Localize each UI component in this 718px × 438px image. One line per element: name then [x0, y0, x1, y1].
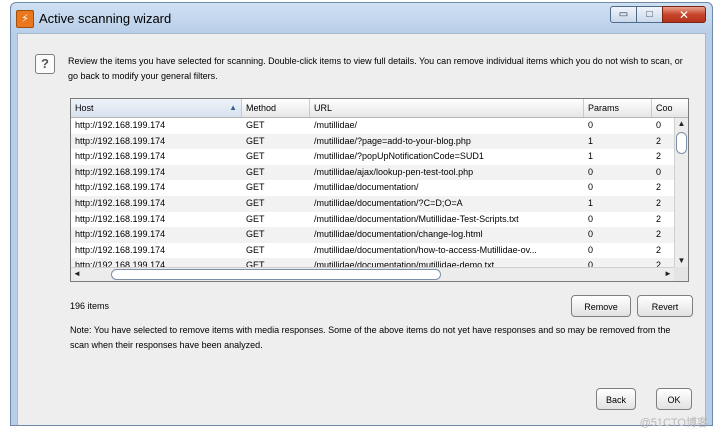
- scroll-down-arrow-icon[interactable]: ▼: [675, 255, 688, 267]
- wizard-window: ⚡ Active scanning wizard ▭ □ ✕ ? Review …: [10, 2, 713, 426]
- cell-method: GET: [246, 135, 265, 146]
- table-row[interactable]: http://192.168.199.174 GET/mutillidae/doc…: [71, 258, 674, 267]
- cell-cookies: 2: [656, 229, 662, 240]
- scroll-right-arrow-icon[interactable]: ►: [662, 268, 674, 280]
- cell-url: /mutillidae/documentation/?C=D;O=A: [314, 197, 463, 208]
- remove-button[interactable]: Remove: [571, 295, 631, 317]
- scroll-up-arrow-icon[interactable]: ▲: [675, 118, 688, 130]
- window-title: Active scanning wizard: [39, 11, 172, 26]
- table-row[interactable]: http://192.168.199.174 GET/mutillidae/doc…: [71, 180, 674, 196]
- watermark: @51CTO博客: [639, 417, 708, 429]
- cell-host: http://192.168.199.174: [75, 182, 166, 193]
- column-header-label: Host: [75, 103, 94, 113]
- cell-params: 0: [588, 260, 594, 267]
- cell-params: 0: [588, 229, 594, 240]
- column-header-url[interactable]: URL: [310, 99, 584, 117]
- cell-host: http://192.168.199.174: [75, 151, 166, 162]
- cell-method: GET: [246, 244, 265, 255]
- cell-host: http://192.168.199.174: [75, 260, 166, 267]
- table-row[interactable]: http://192.168.199.174 GET/mutillidae/0 0: [71, 118, 674, 134]
- revert-button[interactable]: Revert: [637, 295, 693, 317]
- cell-params: 1: [588, 135, 594, 146]
- cell-url: /mutillidae/: [314, 120, 358, 130]
- cell-url: /mutillidae/ajax/lookup-pen-test-tool.ph…: [314, 166, 474, 177]
- cell-params: 0: [588, 244, 594, 255]
- title-bar[interactable]: ⚡ Active scanning wizard ▭ □ ✕: [11, 3, 712, 33]
- cell-method: GET: [246, 197, 265, 208]
- cell-method: GET: [246, 182, 265, 193]
- cell-cookies: 2: [656, 260, 662, 267]
- cell-method: GET: [246, 229, 265, 240]
- column-header-cookies[interactable]: Coo: [652, 99, 688, 117]
- cell-cookies: 0: [656, 166, 662, 177]
- maximize-button[interactable]: □: [636, 6, 663, 23]
- cell-cookies: 2: [656, 135, 662, 146]
- scrollbar-corner: [674, 267, 688, 281]
- cell-host: http://192.168.199.174: [75, 197, 166, 208]
- cell-cookies: 2: [656, 244, 662, 255]
- sort-ascending-icon: ▲: [229, 103, 237, 112]
- cell-host: http://192.168.199.174: [75, 135, 166, 146]
- cell-host: http://192.168.199.174: [75, 213, 166, 224]
- items-table: Host ▲ Method URL Params Coo http://192.…: [70, 98, 689, 282]
- note-text: Note: You have selected to remove items …: [70, 325, 671, 350]
- cell-url: /mutillidae/documentation/change-log.htm…: [314, 229, 483, 240]
- cell-params: 1: [588, 151, 594, 162]
- cell-params: 1: [588, 197, 594, 208]
- cell-method: GET: [246, 260, 265, 267]
- intro-text: Review the items you have selected for s…: [68, 56, 683, 81]
- ok-button[interactable]: OK: [656, 388, 692, 410]
- column-header-params[interactable]: Params: [584, 99, 652, 117]
- cell-cookies: 2: [656, 182, 662, 193]
- cell-params: 0: [588, 120, 594, 130]
- scroll-left-arrow-icon[interactable]: ◄: [71, 268, 83, 280]
- close-button[interactable]: ✕: [662, 6, 706, 23]
- item-count: 196 items: [70, 301, 110, 311]
- minimize-button[interactable]: ▭: [610, 6, 637, 23]
- column-header-method[interactable]: Method: [242, 99, 310, 117]
- window-controls: ▭ □ ✕: [610, 6, 706, 23]
- cell-url: /mutillidae/documentation/how-to-access-…: [314, 244, 537, 255]
- help-icon[interactable]: ?: [35, 54, 55, 74]
- table-body: http://192.168.199.174 GET/mutillidae/0 0 h…: [71, 118, 674, 267]
- cell-params: 0: [588, 182, 594, 193]
- cell-params: 0: [588, 166, 594, 177]
- cell-host: http://192.168.199.174: [75, 166, 166, 177]
- cell-url: /mutillidae/?popUpNotificationCode=SUD1: [314, 151, 484, 162]
- cell-cookies: 0: [656, 120, 662, 130]
- column-header-host[interactable]: Host ▲: [71, 99, 242, 117]
- cell-method: GET: [246, 120, 265, 130]
- horizontal-scrollbar[interactable]: ◄ ►: [71, 267, 674, 281]
- burp-app-icon: ⚡: [16, 10, 34, 28]
- table-row[interactable]: http://192.168.199.174 GET/mutillidae/doc…: [71, 243, 674, 259]
- cell-cookies: 2: [656, 197, 662, 208]
- back-button[interactable]: Back: [596, 388, 636, 410]
- cell-url: /mutillidae/documentation/mutillidae-dem…: [314, 260, 495, 267]
- table-row[interactable]: http://192.168.199.174 GET/mutillidae/doc…: [71, 212, 674, 228]
- vertical-scrollbar[interactable]: ▲ ▼: [674, 118, 688, 267]
- cell-url: /mutillidae/documentation/Mutillidae-Tes…: [314, 213, 519, 224]
- table-row[interactable]: http://192.168.199.174 GET/mutillidae/doc…: [71, 227, 674, 243]
- cell-host: http://192.168.199.174: [75, 244, 166, 255]
- cell-host: http://192.168.199.174: [75, 120, 166, 130]
- table-row[interactable]: http://192.168.199.174 GET/mutillidae/aja…: [71, 164, 674, 181]
- cell-method: GET: [246, 166, 265, 177]
- table-row[interactable]: http://192.168.199.174 GET/mutillidae/doc…: [71, 195, 674, 212]
- table-header: Host ▲ Method URL Params Coo: [71, 99, 688, 118]
- cell-url: /mutillidae/documentation/: [314, 182, 419, 193]
- wizard-content: ? Review the items you have selected for…: [17, 33, 706, 425]
- horizontal-scroll-thumb[interactable]: [111, 269, 441, 280]
- cell-method: GET: [246, 151, 265, 162]
- cell-url: /mutillidae/?page=add-to-your-blog.php: [314, 135, 471, 146]
- cell-method: GET: [246, 213, 265, 224]
- cell-cookies: 2: [656, 213, 662, 224]
- vertical-scroll-thumb[interactable]: [676, 132, 687, 154]
- cell-cookies: 2: [656, 151, 662, 162]
- table-row[interactable]: http://192.168.199.174 GET/mutillidae/?po…: [71, 149, 674, 165]
- table-row[interactable]: http://192.168.199.174 GET/mutillidae/?pa…: [71, 133, 674, 150]
- cell-params: 0: [588, 213, 594, 224]
- cell-host: http://192.168.199.174: [75, 229, 166, 240]
